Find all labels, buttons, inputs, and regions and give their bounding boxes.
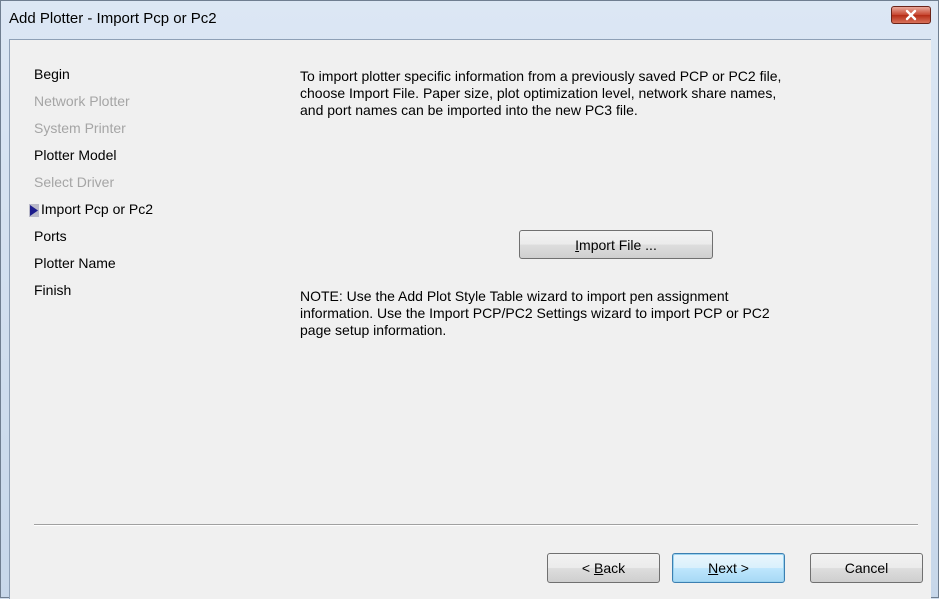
- title-bar[interactable]: Add Plotter - Import Pcp or Pc2: [1, 1, 938, 39]
- intro-text: To import plotter specific information f…: [300, 68, 782, 118]
- step-import-pcp-or-pc2: Import Pcp or Pc2: [29, 200, 274, 227]
- step-finish: Finish: [34, 281, 274, 308]
- step-label: Ports: [34, 228, 67, 244]
- step-ports: Ports: [34, 227, 274, 254]
- step-select-driver: Select Driver: [34, 173, 274, 200]
- wizard-steps-list: Begin Network Plotter System Printer Plo…: [29, 65, 274, 308]
- step-label: System Printer: [34, 120, 126, 136]
- step-label: Network Plotter: [34, 93, 130, 109]
- next-button[interactable]: Next >: [672, 553, 785, 583]
- step-label: Finish: [34, 282, 72, 298]
- note-text: NOTE: Use the Add Plot Style Table wizar…: [300, 288, 770, 338]
- add-plotter-dialog: Add Plotter - Import Pcp or Pc2 Begin Ne…: [0, 0, 939, 599]
- close-icon: [904, 9, 918, 21]
- dialog-body: Begin Network Plotter System Printer Plo…: [9, 39, 931, 599]
- step-plotter-model: Plotter Model: [34, 146, 274, 173]
- close-button[interactable]: [891, 6, 931, 24]
- step-system-printer: System Printer: [34, 119, 274, 146]
- step-label: Import Pcp or Pc2: [41, 201, 154, 217]
- step-network-plotter: Network Plotter: [34, 92, 274, 119]
- current-step-arrow-icon: [29, 203, 39, 217]
- back-button[interactable]: < Back: [547, 553, 660, 583]
- step-begin: Begin: [34, 65, 274, 92]
- cancel-button[interactable]: Cancel: [810, 553, 923, 583]
- import-file-button[interactable]: Import File ...: [519, 230, 713, 259]
- back-prefix: <: [581, 560, 594, 576]
- step-plotter-name: Plotter Name: [34, 254, 274, 281]
- step-label: Plotter Name: [34, 255, 116, 271]
- step-label: Begin: [34, 66, 70, 82]
- window-title: Add Plotter - Import Pcp or Pc2: [9, 10, 217, 27]
- step-label: Plotter Model: [34, 147, 117, 163]
- back-mnemonic: B: [593, 560, 604, 576]
- step-label: Select Driver: [34, 174, 115, 190]
- next-label: ext >: [718, 560, 749, 576]
- import-file-label: mport File ...: [579, 236, 657, 253]
- back-label: ack: [603, 560, 626, 576]
- divider: [34, 524, 918, 526]
- next-mnemonic: N: [708, 560, 719, 576]
